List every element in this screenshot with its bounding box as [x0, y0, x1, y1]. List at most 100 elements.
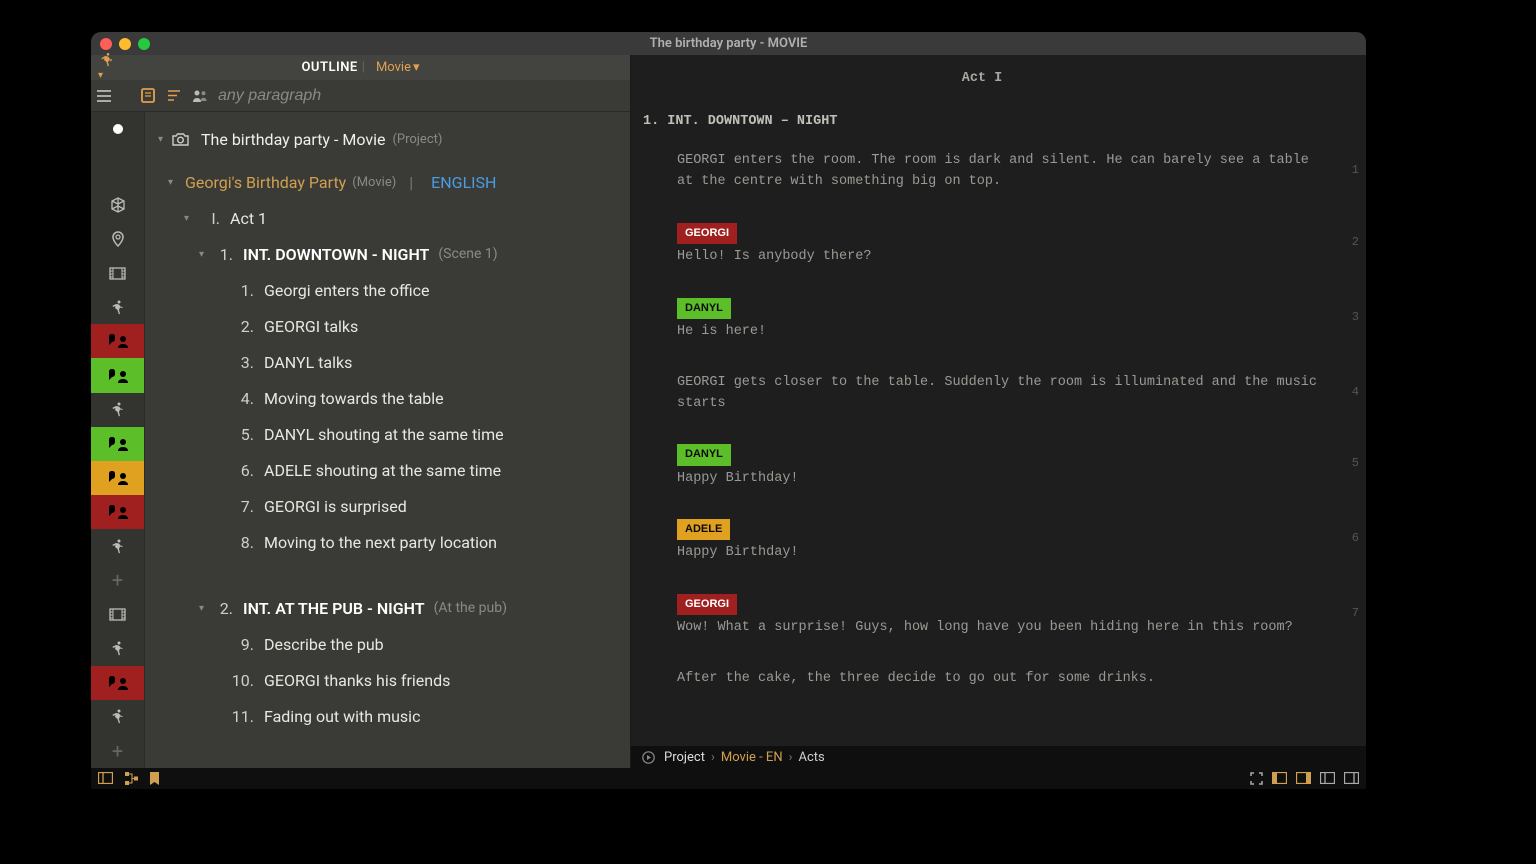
movie-title: Georgi's Birthday Party — [185, 173, 346, 192]
rail-add-2[interactable]: + — [91, 734, 144, 768]
icon-rail: + + — [91, 112, 145, 768]
tree-paragraph[interactable]: 8.Moving to the next party location — [145, 524, 630, 560]
rail-danyl-talk[interactable] — [91, 358, 144, 392]
block-text: GEORGI gets closer to the table. Suddenl… — [677, 375, 1317, 411]
menu-icon[interactable] — [91, 90, 117, 102]
scene-heading: INT. AT THE PUB - NIGHT — [243, 599, 425, 618]
character-tag: GEORGI — [677, 223, 737, 244]
rail-danyl-shout[interactable] — [91, 427, 144, 461]
mode-selector[interactable]: Movie▾ — [376, 60, 420, 75]
tree-paragraph[interactable]: 3.DANYL talks — [145, 344, 630, 380]
script-block[interactable]: GEORGI enters the room. The room is dark… — [643, 151, 1321, 193]
act-title: Act 1 — [230, 209, 267, 228]
status-panel-outline-right-icon[interactable] — [1344, 772, 1359, 785]
tree-movie[interactable]: ▾ Georgi's Birthday Party (Movie) | ENGL… — [145, 164, 630, 200]
tree-paragraph[interactable]: 11.Fading out with music — [145, 698, 630, 734]
status-panel-right-icon[interactable] — [1296, 772, 1311, 785]
rail-run-icon-4[interactable] — [91, 631, 144, 665]
outline-label: OUTLINE — [301, 60, 357, 75]
breadcrumb-project[interactable]: Project — [664, 750, 705, 765]
chevron-down-icon[interactable]: ▾ — [194, 249, 209, 260]
tree-paragraph[interactable]: 6.ADELE shouting at the same time — [145, 452, 630, 488]
minimize-button[interactable] — [119, 38, 131, 50]
status-bar — [91, 768, 1366, 789]
paragraph-number: 1 — [1352, 161, 1359, 180]
rail-film-icon[interactable] — [91, 256, 144, 290]
scene-heading: INT. DOWNTOWN - NIGHT — [243, 245, 429, 264]
tree-paragraph[interactable]: 7.GEORGI is surprised — [145, 488, 630, 524]
rail-georgi-talk[interactable] — [91, 324, 144, 358]
breadcrumb-movie[interactable]: Movie - EN — [721, 750, 783, 765]
breadcrumb: Project › Movie - EN › Acts — [631, 746, 1366, 768]
script-view[interactable]: Act I 1. INT. DOWNTOWN – NIGHT GEORGI en… — [631, 55, 1366, 746]
close-button[interactable] — [100, 38, 112, 50]
tree-paragraph[interactable]: 2.GEORGI talks — [145, 308, 630, 344]
block-text: He is here! — [677, 324, 766, 339]
rail-add-1[interactable]: + — [91, 563, 144, 597]
play-icon[interactable] — [642, 751, 655, 764]
script-block[interactable]: ADELEHappy Birthday!6 — [643, 519, 1321, 564]
tree-project[interactable]: ▾ The birthday party - Movie (Project) — [145, 121, 630, 157]
tree-paragraph[interactable]: 10.GEORGI thanks his friends — [145, 662, 630, 698]
act-heading: Act I — [643, 69, 1321, 90]
script-block[interactable]: DANYLHe is here!3 — [643, 298, 1321, 343]
rail-cube-icon[interactable] — [91, 188, 144, 222]
rail-location-icon[interactable] — [91, 222, 144, 256]
tree-scene-1[interactable]: ▾ 1. INT. DOWNTOWN - NIGHT (Scene 1) — [145, 236, 630, 272]
tree-act[interactable]: ▾ I. Act 1 — [145, 200, 630, 236]
rail-run-icon[interactable] — [91, 290, 144, 324]
scene-number: 1. — [209, 245, 233, 264]
status-panel-icon[interactable] — [98, 772, 113, 785]
rail-georgi-thanks[interactable] — [91, 666, 144, 700]
paragraph-number: 6 — [1352, 529, 1359, 548]
block-text: Hello! Is anybody there? — [677, 249, 871, 264]
status-bookmark-icon[interactable] — [150, 772, 159, 785]
chevron-down-icon[interactable]: ▾ — [153, 134, 168, 145]
movie-language[interactable]: ENGLISH — [431, 173, 496, 192]
rail-run-icon-2[interactable] — [91, 393, 144, 427]
tree-paragraph[interactable]: 5.DANYL shouting at the same time — [145, 416, 630, 452]
paragraph-number: 2 — [1352, 233, 1359, 252]
status-panel-outline-left-icon[interactable] — [1320, 772, 1335, 785]
status-tree-icon[interactable] — [125, 772, 138, 785]
maximize-button[interactable] — [138, 38, 150, 50]
scene-meta: (At the pub) — [434, 600, 507, 616]
tree-paragraph[interactable]: 1.Georgi enters the office — [145, 272, 630, 308]
titlebar: The birthday party - MOVIE — [91, 32, 1366, 55]
rail-adele-shout[interactable] — [91, 461, 144, 495]
script-block[interactable]: GEORGIHello! Is anybody there?2 — [643, 223, 1321, 268]
script-block[interactable]: After the cake, the three decide to go o… — [643, 669, 1321, 690]
chevron-down-icon[interactable]: ▾ — [194, 603, 209, 614]
filter-input[interactable] — [213, 87, 630, 105]
script-block[interactable]: GEORGI gets closer to the table. Suddenl… — [643, 373, 1321, 415]
rail-georgi-surprised[interactable] — [91, 495, 144, 529]
scene-number: 2. — [209, 599, 233, 618]
running-icon[interactable]: ▾ — [99, 53, 115, 82]
page-icon[interactable] — [135, 88, 161, 103]
chevron-down-icon[interactable]: ▾ — [163, 177, 178, 188]
rail-marker-icon[interactable] — [91, 112, 144, 146]
rail-run-icon-3[interactable] — [91, 529, 144, 563]
status-panel-left-icon[interactable] — [1272, 772, 1287, 785]
status-fullscreen-icon[interactable] — [1250, 772, 1263, 785]
paragraph-number: 4 — [1352, 383, 1359, 402]
breadcrumb-acts[interactable]: Acts — [799, 750, 825, 765]
lines-icon[interactable] — [161, 90, 187, 101]
chevron-down-icon[interactable]: ▾ — [179, 213, 194, 224]
outline-tree: ▾ The birthday party - Movie (Project) ▾… — [145, 112, 630, 768]
tree-paragraph[interactable]: 9.Describe the pub — [145, 626, 630, 662]
script-block[interactable]: DANYLHappy Birthday!5 — [643, 444, 1321, 489]
rail-run-icon-5[interactable] — [91, 700, 144, 734]
character-tag: ADELE — [677, 519, 730, 540]
movie-meta: (Movie) — [352, 175, 396, 190]
tree-scene-2[interactable]: ▾ 2. INT. AT THE PUB - NIGHT (At the pub… — [145, 590, 630, 626]
block-text: Wow! What a surprise! Guys, how long hav… — [677, 620, 1293, 635]
scene-meta: (Scene 1) — [438, 246, 497, 262]
character-tag: DANYL — [677, 298, 731, 319]
people-icon[interactable] — [187, 89, 213, 103]
character-tag: DANYL — [677, 444, 731, 465]
tree-paragraph[interactable]: 4.Moving towards the table — [145, 380, 630, 416]
rail-film-icon-2[interactable] — [91, 597, 144, 631]
script-block[interactable]: GEORGIWow! What a surprise! Guys, how lo… — [643, 594, 1321, 639]
block-text: GEORGI enters the room. The room is dark… — [677, 153, 1309, 189]
